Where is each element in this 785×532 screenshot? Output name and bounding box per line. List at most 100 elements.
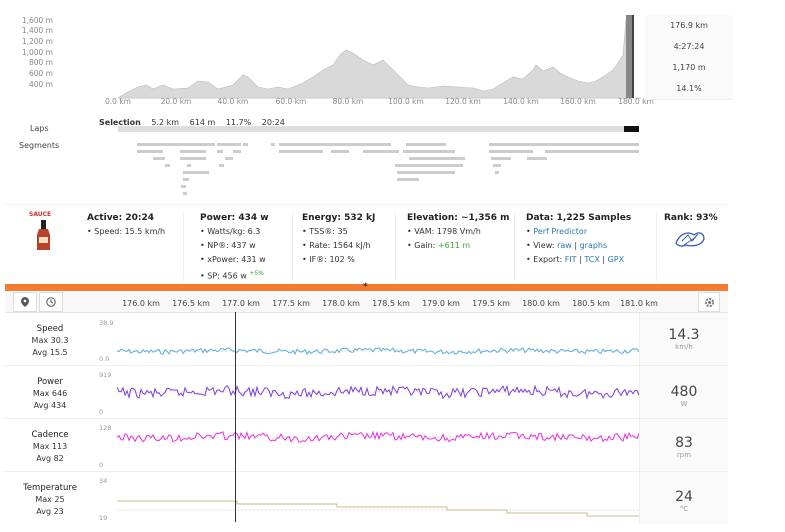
power-value: 480	[670, 384, 698, 400]
lap-bar-selected[interactable]	[624, 126, 639, 132]
cadence-axis-top: 128	[99, 424, 112, 432]
active-speed: • Speed: 15.5 km/h	[87, 227, 166, 236]
data-column: Data: 1,225 Samples • Perf Predictor • V…	[526, 211, 631, 267]
power-stats: Power Max 646 Avg 434	[5, 376, 95, 412]
cadence-stats: Cadence Max 113 Avg 82	[5, 429, 95, 465]
sauce-logo-text: SAUCE	[29, 211, 52, 218]
time-tick: 176.0 km	[122, 299, 160, 308]
temperature-label: Temperature	[23, 483, 77, 493]
speed-axis-top: 38.9	[99, 319, 114, 327]
segments-track[interactable]	[135, 143, 645, 198]
time-tick: 181.0 km	[620, 299, 658, 308]
energy-column: Energy: 532 kJ • TSS®: 35 • Rate: 1564 k…	[302, 211, 375, 267]
export-row: • Export: FIT | TCX | GPX	[526, 255, 625, 264]
cadence-label: Cadence	[31, 430, 69, 440]
location-pin-icon[interactable]	[13, 292, 37, 312]
y-tick: 400 m	[28, 80, 53, 89]
power-xpower: • xPower: 431 w	[200, 255, 266, 264]
energy-title: Energy: 532 kJ	[302, 213, 376, 223]
speed-value: 14.3	[668, 327, 700, 343]
power-sp-delta: +5%	[249, 270, 264, 277]
elevation-profile-chart[interactable]	[118, 15, 641, 99]
lap-bar[interactable]	[118, 126, 624, 132]
temperature-stream-row[interactable]: Temperature Max 25 Avg 23 34 19 24 °C	[5, 472, 728, 524]
power-stream-row[interactable]: Power Max 646 Avg 434 919 0 480 W	[5, 366, 728, 419]
cadence-stream-row[interactable]: Cadence Max 113 Avg 82 128 0 83 rpm	[5, 419, 728, 472]
cadence-max: Max 113	[32, 442, 68, 451]
energy-if: • IF®: 102 %	[302, 255, 355, 264]
rank-column: Rank: 93%	[664, 211, 718, 225]
x-tick: 140.0 km	[503, 97, 539, 106]
temperature-value: 24	[675, 489, 693, 505]
elevation-column: Elevation: ~1,356 m • VAM: 1798 Vm/h • G…	[407, 211, 510, 253]
x-tick: 80.0 km	[332, 97, 364, 106]
export-fit-link[interactable]: FIT	[565, 255, 577, 264]
sauce-bottle-icon	[37, 220, 50, 250]
y-tick: 600 m	[28, 69, 53, 78]
speed-unit: km/h	[675, 343, 693, 351]
speed-stream-chart[interactable]	[117, 317, 639, 361]
activity-summary: SAUCE Active: 20:24 • Speed: 15.5 km/h P…	[5, 204, 728, 285]
time-tick: 180.0 km	[522, 299, 560, 308]
time-tick: 177.0 km	[222, 299, 260, 308]
x-tick: 40.0 km	[217, 97, 249, 106]
power-label: Power	[37, 377, 63, 387]
speed-max: Max 30.3	[31, 336, 69, 345]
temperature-stream-chart[interactable]	[117, 476, 639, 520]
cadence-line	[117, 430, 639, 443]
resize-grip-icon[interactable]: *	[363, 282, 368, 292]
energy-tss: • TSS®: 35	[302, 227, 348, 236]
time-tick: 178.5 km	[372, 299, 410, 308]
speed-stream-row[interactable]: Speed Max 30.3 Avg 15.5 38.9 0.0 14.3 km…	[5, 313, 728, 366]
x-tick: 120.0 km	[445, 97, 481, 106]
speed-avg: Avg 15.5	[32, 348, 68, 357]
power-axis-bottom: 0	[99, 408, 104, 416]
power-max: Max 646	[32, 389, 68, 398]
y-tick: 800 m	[28, 58, 53, 67]
power-avg: Avg 434	[33, 401, 67, 410]
speed-axis-bottom: 0.0	[99, 355, 110, 363]
time-tick: 178.0 km	[322, 299, 360, 308]
gear-icon[interactable]	[698, 292, 720, 312]
x-tick: 60.0 km	[275, 97, 307, 106]
clock-icon[interactable]	[39, 292, 63, 312]
temperature-unit: °C	[679, 505, 689, 513]
view-raw-link[interactable]: raw	[557, 241, 572, 250]
temperature-current: 24 °C	[639, 472, 728, 524]
cadence-stream-chart[interactable]	[117, 423, 639, 467]
rank-badge-icon[interactable]	[674, 227, 706, 249]
selection-cursor-line[interactable]	[235, 312, 236, 522]
x-tick: 0.0 km	[105, 97, 131, 106]
cadence-current: 83 rpm	[639, 419, 728, 471]
active-title: Active: 20:24	[87, 213, 155, 223]
elevation-gain-row: • Gain: +611 m	[407, 239, 510, 253]
power-column: Power: 434 w • Watts/kg: 6.3 • NP®: 437 …	[200, 211, 269, 284]
export-tcx-link[interactable]: TCX	[584, 255, 599, 264]
power-wkg: • Watts/kg: 6.3	[200, 227, 261, 236]
time-axis-bar: 176.0 km 176.5 km 177.0 km 177.5 km 178.…	[5, 292, 728, 313]
perf-predictor-link[interactable]: Perf Predictor	[533, 227, 587, 236]
export-gpx-link[interactable]: GPX	[608, 255, 625, 264]
stat-grade: 14.1%	[645, 78, 733, 100]
stat-distance: 176.9 km	[645, 15, 733, 37]
segments-label: Segments	[19, 141, 60, 150]
speed-label: Speed	[36, 324, 64, 334]
y-tick: 1,600 m	[21, 16, 53, 25]
cadence-value: 83	[675, 435, 693, 451]
cadence-avg: Avg 82	[36, 454, 64, 463]
y-tick: 1,000 m	[21, 48, 53, 57]
power-stream-chart[interactable]	[117, 370, 639, 414]
view-graphs-link[interactable]: graphs	[580, 241, 608, 250]
view-row: • View: raw | graphs	[526, 241, 608, 250]
power-current: 480 W	[639, 366, 728, 418]
time-tick: 179.5 km	[472, 299, 510, 308]
elevation-gain-value: +611 m	[437, 241, 471, 250]
pane-resize-handle[interactable]: *	[5, 282, 728, 292]
power-title: Power: 434 w	[200, 213, 269, 223]
stat-elevation: 1,170 m	[645, 57, 733, 79]
energy-rate: • Rate: 1564 kJ/h	[302, 241, 371, 250]
view-label: • View:	[526, 241, 555, 250]
power-sp: • SP: 456 w	[200, 271, 247, 281]
elevation-panel: 1,600 m 1,400 m 1,200 m 1,000 m 800 m 60…	[5, 8, 733, 204]
y-tick: 1,400 m	[21, 26, 53, 35]
